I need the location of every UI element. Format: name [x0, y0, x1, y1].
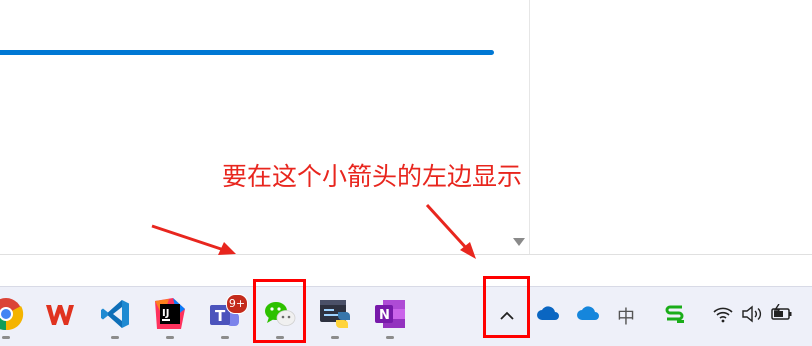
- taskbar: IJ T 9+ N 中: [0, 276, 812, 346]
- wps-icon[interactable]: [42, 296, 78, 332]
- annotation-arrow-left: [151, 224, 236, 255]
- intellij-running-indicator: [166, 336, 174, 339]
- highlight-box-wechat: [253, 279, 306, 343]
- annotation-arrow-right: [425, 203, 476, 259]
- python-terminal-icon[interactable]: [317, 296, 353, 332]
- onenote-label: N: [379, 308, 390, 323]
- onedrive-personal-icon[interactable]: [576, 306, 600, 327]
- vscode-running-indicator: [111, 336, 119, 339]
- teams-running-indicator: [221, 336, 229, 339]
- battery-charging-icon[interactable]: [770, 303, 794, 327]
- wifi-icon[interactable]: [712, 305, 734, 328]
- volume-icon[interactable]: [741, 305, 763, 328]
- highlight-box-chevron: [483, 276, 530, 338]
- chrome-running-indicator: [2, 336, 10, 339]
- sogou-input-icon[interactable]: [664, 303, 686, 330]
- onedrive-icon[interactable]: [536, 306, 560, 327]
- onenote-icon[interactable]: N: [372, 296, 408, 332]
- ime-indicator[interactable]: 中: [617, 303, 635, 329]
- vscode-icon[interactable]: [97, 296, 133, 332]
- chrome-icon[interactable]: [0, 296, 24, 332]
- onenote-running-indicator: [386, 336, 394, 339]
- teams-badge: 9+: [226, 294, 248, 314]
- python-terminal-running-indicator: [331, 336, 339, 339]
- intellij-label: IJ: [162, 308, 169, 319]
- teams-label: T: [215, 307, 226, 325]
- intellij-icon[interactable]: IJ: [152, 296, 188, 332]
